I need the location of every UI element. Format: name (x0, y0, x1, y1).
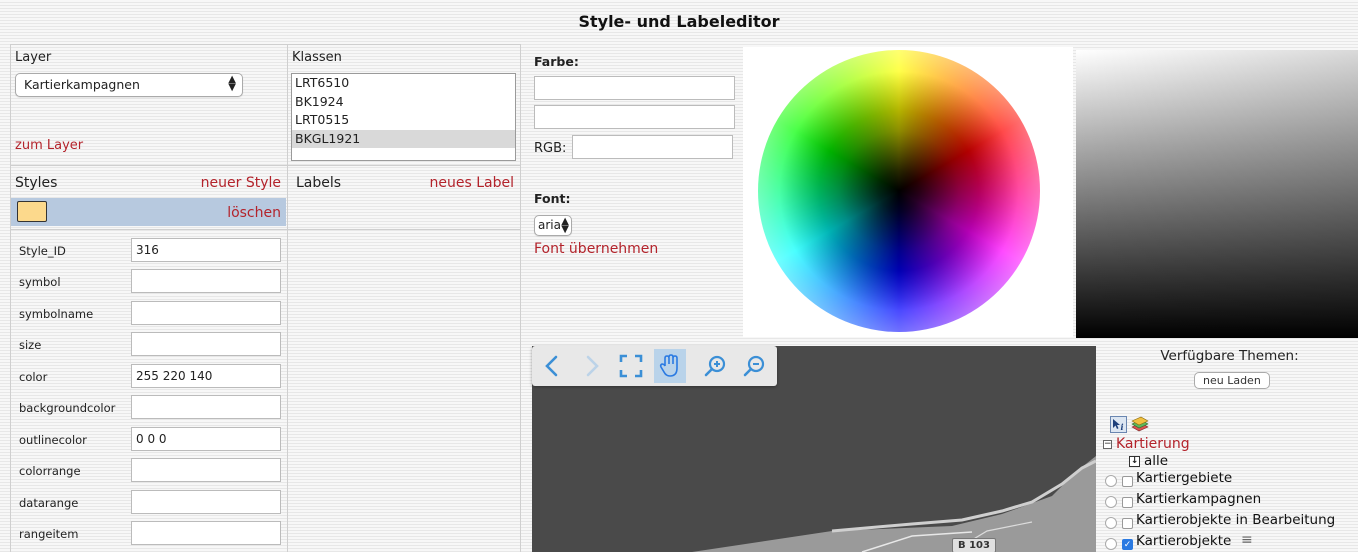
prop-input[interactable] (131, 490, 281, 514)
prop-label: symbolname (19, 307, 94, 321)
forward-icon[interactable] (576, 349, 608, 383)
farbe-label: Farbe: (534, 54, 579, 69)
layer-select-value: Kartierkampagnen (24, 77, 140, 92)
pan-icon[interactable] (654, 349, 686, 383)
klassen-label: Klassen (292, 50, 342, 65)
font-label: Font: (534, 191, 571, 206)
prop-input[interactable] (131, 332, 281, 356)
style-color-swatch[interactable] (17, 201, 47, 222)
prop-input[interactable] (131, 521, 281, 545)
prop-label: colorrange (19, 464, 81, 478)
prop-input[interactable] (131, 301, 281, 325)
collapse-icon[interactable]: − (1103, 440, 1112, 449)
back-icon[interactable] (536, 349, 568, 383)
map-toolbar (532, 346, 777, 386)
prop-input[interactable]: 255 220 140 (131, 364, 281, 388)
layer-radio[interactable] (1105, 475, 1117, 487)
layer-name: Kartierobjekte in Bearbeitung (1136, 512, 1336, 528)
prop-input[interactable] (131, 269, 281, 293)
new-label-link[interactable]: neues Label (420, 175, 515, 191)
font-select[interactable]: arial ▲ ▼ (534, 215, 572, 236)
road-label: B 103 (952, 538, 996, 552)
layer-checkbox[interactable] (1122, 518, 1133, 529)
reload-button[interactable]: neu Laden (1194, 372, 1270, 389)
info-cursor-icon[interactable]: i (1110, 416, 1127, 433)
divider (520, 44, 521, 552)
zum-layer-link[interactable]: zum Layer (15, 138, 83, 153)
layer-name: Kartierobjekte (1136, 533, 1232, 549)
group-kartierung[interactable]: Kartierung (1116, 436, 1190, 452)
prop-input[interactable]: 316 (131, 238, 281, 262)
labels-label: Labels (296, 175, 342, 191)
color-preview-new[interactable] (534, 76, 735, 100)
klassen-item-selected[interactable]: BKGL1921 (292, 129, 515, 148)
all-label: alle (1144, 453, 1169, 469)
layer-checkbox[interactable] (1122, 476, 1133, 487)
divider (287, 44, 288, 552)
prop-label: datarange (19, 496, 79, 510)
divider (10, 165, 520, 166)
color-preview-current[interactable] (534, 105, 735, 129)
layer-label: Layer (15, 50, 52, 65)
new-style-link[interactable]: neuer Style (200, 175, 281, 191)
themes-title: Verfügbare Themen: (1160, 348, 1299, 364)
layer-name: Kartierkampagnen (1136, 491, 1262, 507)
rgb-label: RGB: (534, 141, 567, 156)
page-title: Style- und Labeleditor (578, 12, 780, 31)
select-arrows-icon: ▲ ▼ (228, 74, 236, 93)
rgb-input[interactable] (572, 135, 733, 159)
prop-input[interactable] (131, 395, 281, 419)
klassen-item[interactable]: LRT0515 (292, 111, 515, 130)
klassen-item[interactable]: BK1924 (292, 93, 515, 112)
prop-input[interactable] (131, 458, 281, 482)
color-wheel[interactable] (758, 50, 1040, 332)
prop-label: color (19, 370, 48, 384)
full-extent-icon[interactable] (615, 349, 647, 383)
themes-panel: Verfügbare Themen: neu Laden i − Kartier… (1101, 346, 1358, 552)
delete-style-link[interactable]: löschen (200, 205, 281, 221)
klassen-item[interactable]: LRT6510 (292, 74, 515, 93)
layer-radio[interactable] (1105, 517, 1117, 529)
apply-font-link[interactable]: Font übernehmen (534, 241, 658, 257)
zoom-out-icon[interactable] (738, 349, 770, 383)
prop-label: backgroundcolor (19, 401, 116, 415)
styles-label: Styles (15, 175, 58, 191)
brightness-gradient-shade (1076, 50, 1358, 338)
prop-label: rangeitem (19, 527, 79, 541)
layer-name: Kartiergebiete (1136, 470, 1233, 486)
layer-radio[interactable] (1105, 496, 1117, 508)
expand-all-icon[interactable]: ↓ (1129, 456, 1140, 467)
svg-text:i: i (1121, 422, 1124, 432)
layer-radio[interactable] (1105, 538, 1117, 550)
layer-checkbox[interactable] (1122, 497, 1133, 508)
zoom-in-icon[interactable] (699, 349, 731, 383)
prop-label: size (19, 338, 42, 352)
prop-input[interactable]: 0 0 0 (131, 427, 281, 451)
divider (10, 44, 11, 552)
prop-label: outlinecolor (19, 433, 87, 447)
layer-checkbox-checked[interactable]: ✓ (1122, 539, 1133, 550)
select-arrows-icon: ▲ ▼ (561, 216, 569, 235)
divider (10, 44, 520, 45)
divider (10, 229, 520, 230)
layer-select[interactable]: Kartierkampagnen ▲ ▼ (15, 73, 243, 97)
layers-icon[interactable] (1130, 415, 1150, 433)
prop-label: Style_ID (19, 244, 66, 258)
menu-icon[interactable]: ≡ (1241, 532, 1253, 548)
prop-label: symbol (19, 275, 61, 289)
klassen-listbox[interactable]: LRT6510 BK1924 LRT0515 BKGL1921 (291, 73, 516, 161)
